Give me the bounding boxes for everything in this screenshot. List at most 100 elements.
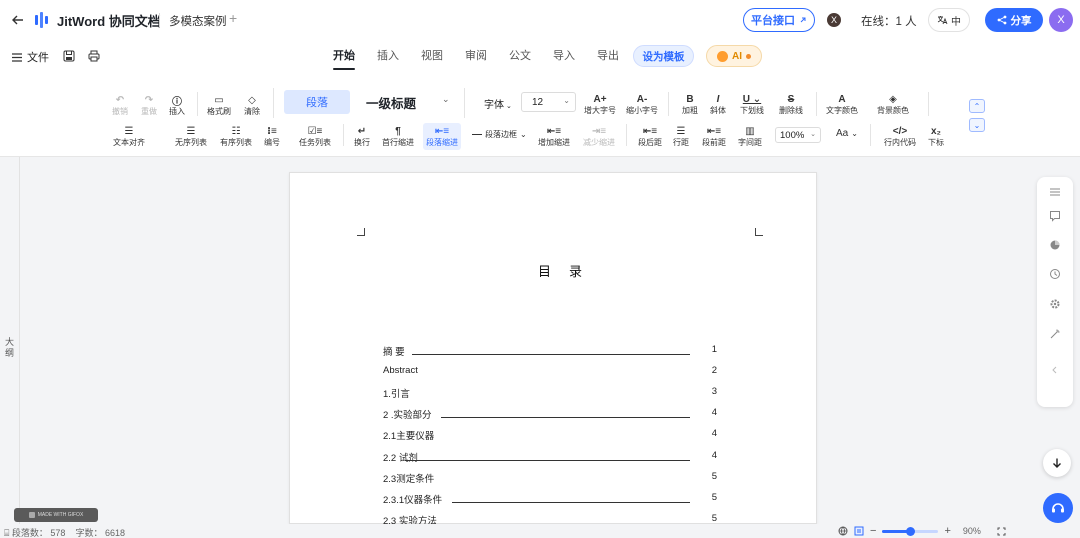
toc-entry[interactable]: Abstract 2	[383, 365, 717, 379]
toc-entry[interactable]: 2.3测定条件 5	[383, 471, 717, 485]
collapse-chevron-icon[interactable]	[1049, 364, 1061, 376]
ribbon-tabs: 开始 插入 视图 审阅 公文 导入 导出	[322, 40, 630, 72]
background-color-button[interactable]: ◈ 背景颜色	[877, 93, 909, 116]
comment-icon[interactable]	[1049, 210, 1061, 222]
bullet-list-button[interactable]: ☰ 无序列表	[175, 125, 207, 148]
platform-api-button[interactable]: 平台接口	[743, 8, 815, 32]
font-size-select[interactable]: 12 ⌄	[521, 92, 576, 112]
document-page[interactable]: 目录 摘 要 1 Abstract 2 1.引言 3 2 .实验部分 4 2.1主要仪器 4 2.2…	[289, 172, 817, 527]
margin-corner-mark	[755, 228, 763, 236]
first-line-indent-button[interactable]: ¶ 首行缩进	[382, 125, 414, 148]
toc-entry[interactable]: 摘 要 1	[383, 344, 717, 358]
tab-view[interactable]: 视图	[410, 40, 454, 72]
new-document-button[interactable]: +	[229, 10, 237, 26]
tab-review[interactable]: 审阅	[454, 40, 498, 72]
outline-panel-toggle[interactable]: 大纲	[0, 157, 20, 524]
divider	[626, 124, 627, 146]
tab-import[interactable]: 导入	[542, 40, 586, 72]
bold-button[interactable]: B 加粗	[682, 93, 698, 116]
divider	[928, 92, 929, 116]
collaborator-avatar[interactable]: X	[827, 13, 841, 27]
tab-export[interactable]: 导出	[586, 40, 630, 72]
outline-list-icon[interactable]	[1049, 186, 1061, 198]
toc-entry[interactable]: 2.2 试剂 4	[383, 450, 717, 464]
subscript-button[interactable]: x₂ 下标	[928, 125, 944, 148]
translate-icon	[937, 15, 948, 25]
numbering-button[interactable]: ⁝≡ 编号	[264, 125, 280, 148]
space-after-button[interactable]: ⇤≡ 段后距	[638, 125, 662, 148]
back-arrow-icon[interactable]	[11, 13, 25, 27]
tab-start[interactable]: 开始	[322, 40, 366, 72]
language-switch[interactable]: 中	[928, 8, 970, 32]
grow-font-button[interactable]: A+ 增大字号	[584, 93, 616, 116]
chart-icon[interactable]	[1049, 239, 1061, 251]
paragraph-style-option[interactable]: 段落	[284, 90, 350, 114]
toolbar-scroll-down-icon[interactable]: ⌄	[969, 118, 985, 132]
style-dropdown-chevron-icon[interactable]: ⌄	[442, 94, 450, 105]
document-title[interactable]: 多模态案例	[169, 13, 227, 29]
shrink-font-button[interactable]: A- 缩小字号	[626, 93, 658, 116]
language-label: 中	[951, 16, 961, 28]
zoom-controls: − + 90%	[838, 525, 1006, 537]
toc-entry[interactable]: 2.1主要仪器 4	[383, 428, 717, 442]
print-icon[interactable]	[88, 50, 100, 62]
space-before-button[interactable]: ⇤≡ 段前距	[702, 125, 726, 148]
save-icon[interactable]	[63, 50, 75, 62]
globe-icon[interactable]	[838, 526, 848, 536]
text-color-button[interactable]: A 文字颜色	[826, 93, 858, 116]
toc-entry-title: 2.3.1仪器条件	[383, 495, 443, 506]
magic-wand-icon[interactable]	[1049, 328, 1061, 340]
tab-insert[interactable]: 插入	[366, 40, 410, 72]
decrease-indent-button[interactable]: ⇥≡ 减少缩进	[583, 125, 615, 148]
fullscreen-icon[interactable]	[997, 527, 1006, 536]
paragraph-border-button[interactable]: — 段落边框 ⌄	[472, 128, 527, 140]
char-spacing-button[interactable]: ▥ 字间距	[738, 125, 762, 148]
zoom-slider[interactable]	[882, 526, 939, 536]
text-align-button[interactable]: ☰ 文本对齐	[113, 125, 145, 148]
history-icon[interactable]	[1049, 268, 1061, 280]
zoom-out-icon[interactable]: −	[870, 525, 876, 537]
formatting-toolbar: ↶ 撤销 ↷ 重做 ⓘ 插入 ▭ 格式刷 ◇ 清除 段落 一级标题 ⌄ 字体 ⌄ 12 ⌄ …	[0, 72, 1080, 157]
zoom-in-icon[interactable]: +	[944, 525, 950, 537]
clear-format-button[interactable]: ◇ 清除	[244, 94, 260, 117]
toc-entry[interactable]: 2 .实验部分 4	[383, 407, 717, 421]
ordered-list-icon: ☷	[231, 125, 241, 137]
set-template-button[interactable]: 设为模板	[633, 45, 694, 67]
toolbar-scroll-up-icon[interactable]: ⌃	[969, 99, 985, 113]
paragraph-indent-button[interactable]: ⇤≡ 段落缩进	[423, 123, 461, 150]
inline-code-button[interactable]: </> 行内代码	[884, 125, 916, 148]
user-avatar[interactable]: X	[1049, 8, 1073, 32]
format-painter-button[interactable]: ▭ 格式刷	[207, 94, 231, 117]
toc-entry-page: 5	[711, 471, 717, 482]
increase-indent-icon: ⇤≡	[546, 125, 562, 137]
line-break-label: 换行	[354, 138, 370, 147]
line-spacing-button[interactable]: ☰ 行距	[673, 125, 689, 148]
increase-indent-button[interactable]: ⇤≡ 增加缩进	[538, 125, 570, 148]
zoom-select[interactable]: 100% ⌄	[775, 127, 821, 143]
italic-button[interactable]: I 斜体	[710, 93, 726, 116]
toc-entry[interactable]: 1.引言 3	[383, 386, 717, 400]
file-menu[interactable]: 文件	[12, 49, 49, 65]
scroll-down-button[interactable]	[1043, 449, 1071, 477]
settings-gear-icon[interactable]	[1049, 298, 1061, 310]
toc-heading[interactable]: 目录	[538, 261, 600, 280]
heading1-style-option[interactable]: 一级标题	[366, 93, 416, 112]
insert-button[interactable]: ⓘ 插入	[169, 94, 185, 117]
redo-button[interactable]: ↷ 重做	[141, 94, 157, 117]
ai-button[interactable]: AI	[706, 45, 762, 67]
tab-official[interactable]: 公文	[498, 40, 542, 72]
support-button[interactable]	[1043, 493, 1073, 523]
underline-button[interactable]: U ⌄ 下划线	[740, 93, 764, 116]
case-button[interactable]: Aa ⌄	[836, 128, 858, 139]
page-layout-icon[interactable]	[854, 526, 864, 536]
toc-entry[interactable]: 2.3.1仪器条件 5	[383, 492, 717, 506]
font-size-value: 12	[532, 96, 544, 108]
ordered-list-button[interactable]: ☷ 有序列表	[220, 125, 252, 148]
strikethrough-button[interactable]: S 删除线	[779, 93, 803, 116]
line-break-button[interactable]: ↵ 换行	[354, 125, 370, 148]
undo-button[interactable]: ↶ 撤销	[112, 94, 128, 117]
zoom-slider-handle[interactable]	[906, 526, 916, 536]
task-list-button[interactable]: ☑≡ 任务列表	[299, 125, 331, 148]
share-button[interactable]: 分享	[985, 8, 1043, 32]
font-family-select[interactable]: 字体 ⌄	[484, 96, 512, 111]
